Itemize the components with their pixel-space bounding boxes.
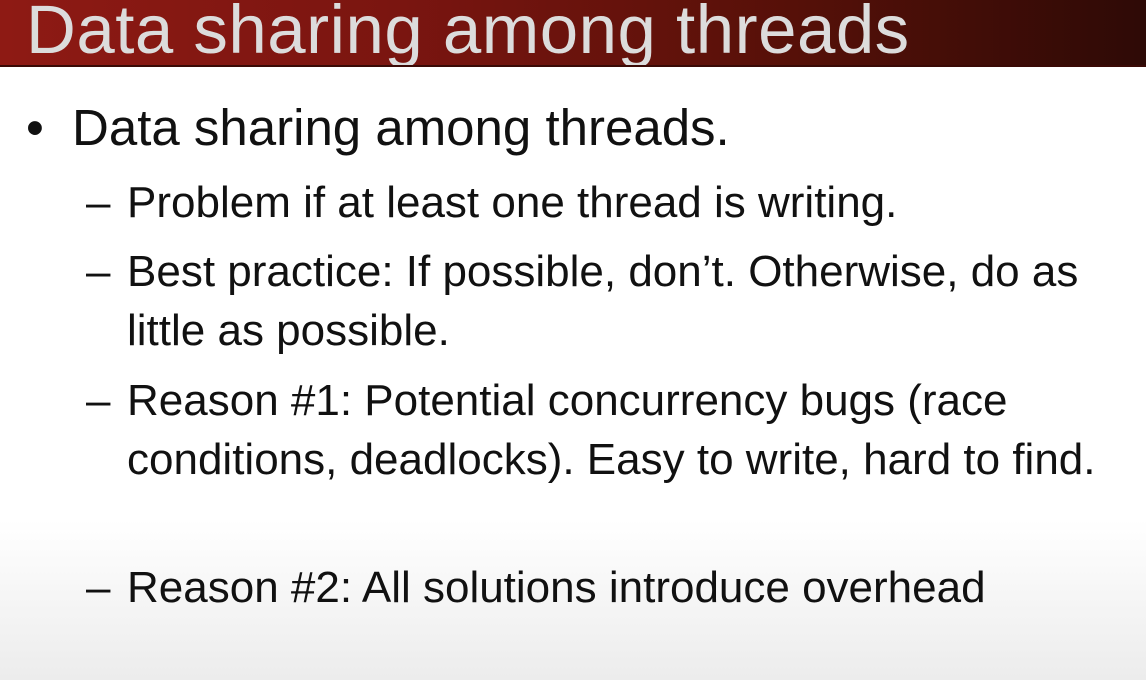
- slide-content: • Data sharing among threads. – Problem …: [0, 0, 1146, 680]
- sub-bullet-marker: –: [86, 563, 111, 612]
- sub-bullet-text: Best practice: If possible, don’t. Other…: [127, 247, 1079, 355]
- sub-bullet-text: Reason #2: All solutions introduce overh…: [127, 563, 986, 612]
- bullet-marker: •: [26, 99, 44, 156]
- sub-bullet-marker: –: [86, 247, 111, 296]
- sub-bullet-text: Reason #1: Potential concurrency bugs (r…: [127, 376, 1096, 484]
- sub-bullet-marker: –: [86, 178, 111, 227]
- bullet-text: Data sharing among threads.: [72, 99, 730, 156]
- sub-bullet-text: Problem if at least one thread is writin…: [127, 178, 898, 227]
- sub-bullet-marker: –: [86, 376, 111, 425]
